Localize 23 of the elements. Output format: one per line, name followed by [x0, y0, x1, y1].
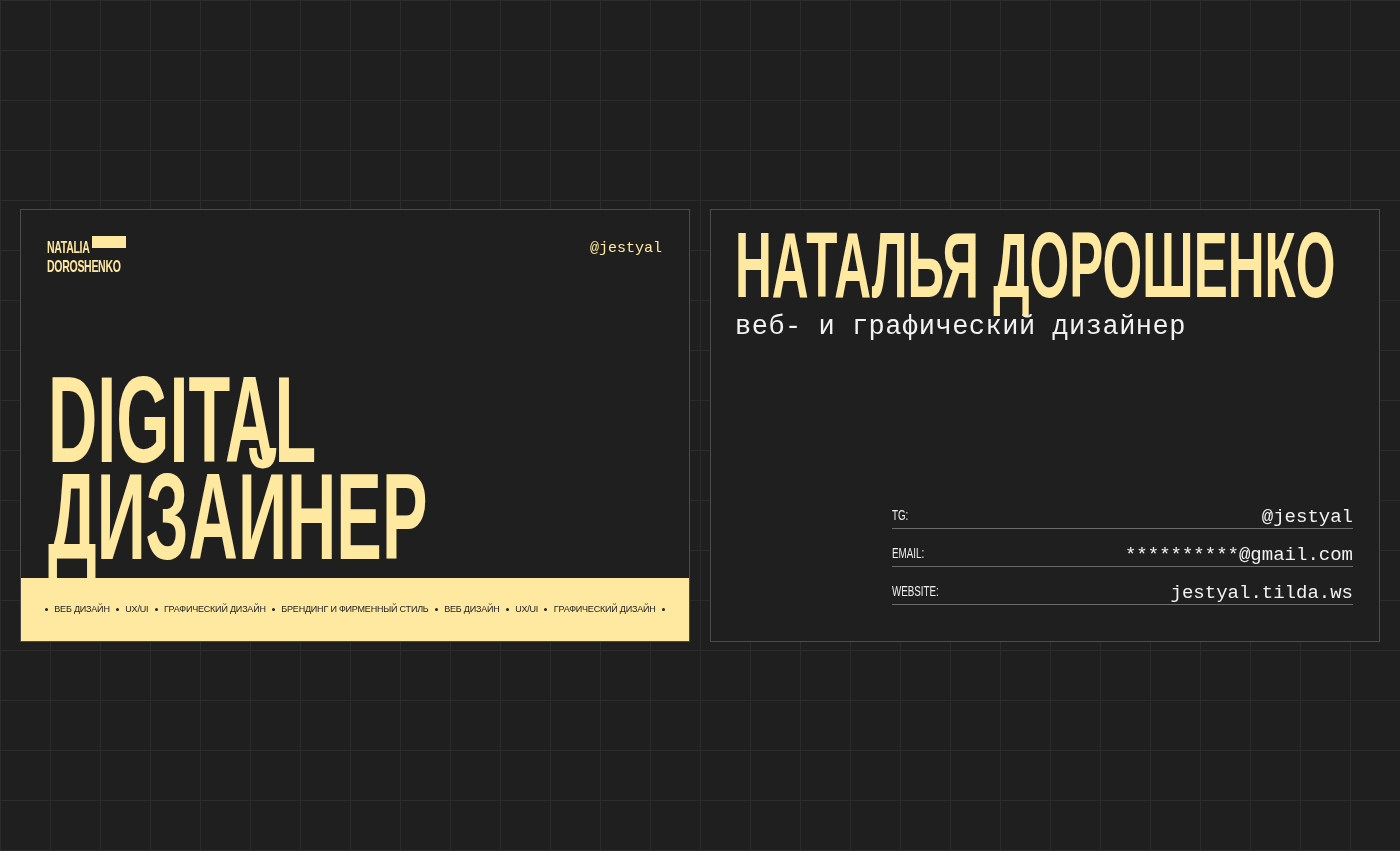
- contact-label: EMAIL:: [892, 546, 925, 560]
- dot-icon: [661, 608, 665, 611]
- service-label: ГРАФИЧЕСКИЙ ДИЗАЙН: [553, 602, 656, 616]
- dot-icon: [154, 608, 158, 611]
- logo: NATALIA DOROSHENKO: [47, 236, 127, 274]
- service-label: UX/UI: [125, 602, 149, 616]
- service-label: ВЕБ ДИЗАЙН: [54, 602, 110, 616]
- dot-icon: [45, 608, 48, 611]
- contact-value: **********@gmail.com: [1124, 545, 1353, 565]
- service-label: ГРАФИЧЕСКИЙ ДИЗАЙН: [163, 602, 266, 616]
- dot-icon: [505, 608, 509, 611]
- service-label: БРЕНДИНГ И ФИРМЕННЫЙ СТИЛЬ: [281, 602, 429, 616]
- service-label: UX/UI: [515, 602, 539, 616]
- dot-icon: [272, 608, 276, 611]
- handle-text: @jestyal: [590, 239, 662, 259]
- dot-icon: [434, 608, 438, 611]
- contact-label: WEBSITE:: [892, 584, 939, 598]
- contact-label: TG:: [892, 508, 909, 522]
- dot-icon: [544, 608, 548, 611]
- service-label: ВЕБ ДИЗАЙН: [444, 602, 500, 616]
- contact-value: @jestyal: [1261, 507, 1353, 527]
- contact-value: jestyal.tilda.ws: [1170, 583, 1353, 603]
- dot-icon: [116, 608, 119, 611]
